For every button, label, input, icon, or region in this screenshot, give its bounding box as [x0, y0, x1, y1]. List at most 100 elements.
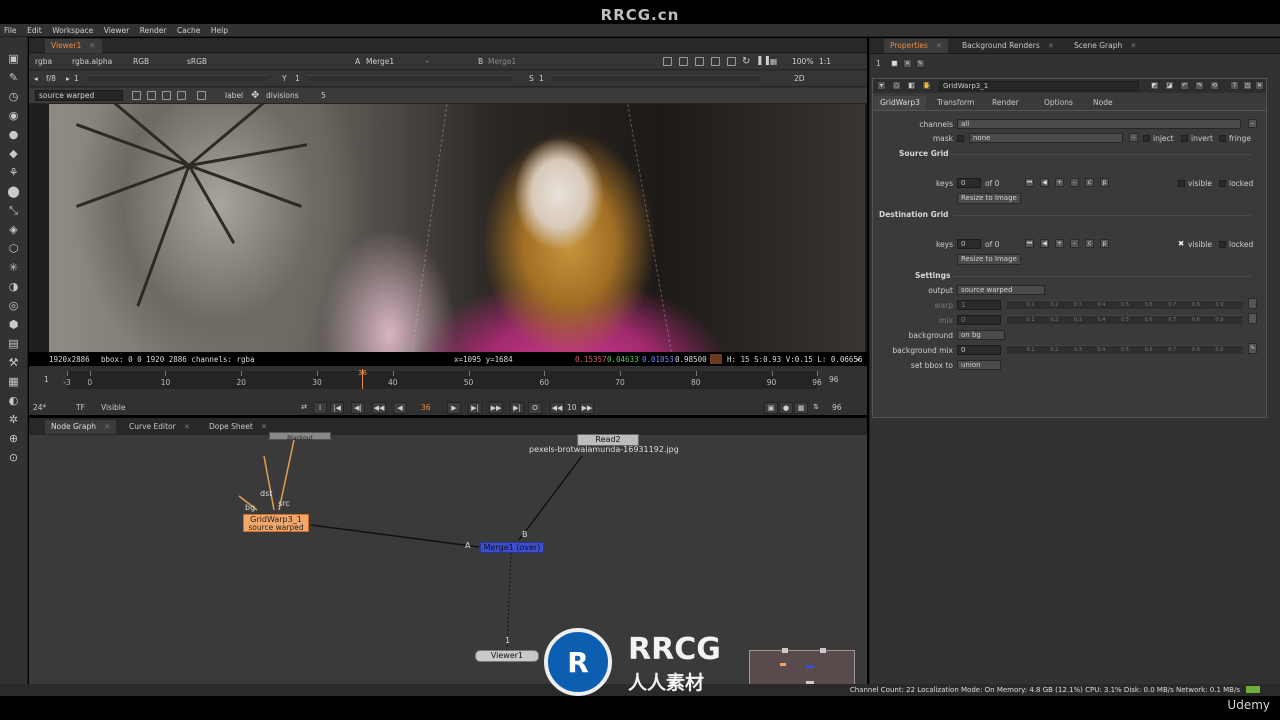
colorspace-dropdown[interactable]: RGB	[133, 56, 149, 67]
visibility-dropdown[interactable]: Visible	[101, 403, 126, 412]
ofx-tool-icon[interactable]: ⊕	[6, 431, 21, 446]
a-toggle-icon[interactable]	[132, 91, 141, 100]
timeline-ruler[interactable]: -3 0 10 20 30 40 50 60 70 80 90 96 36	[63, 369, 822, 389]
dest-visible-checkbox[interactable]: ✖	[1178, 239, 1184, 248]
key-add-icon[interactable]: +	[1055, 239, 1064, 248]
transform-tool-icon[interactable]: ⤡	[6, 203, 21, 218]
menu-viewer[interactable]: Viewer	[100, 24, 134, 35]
key-paste-icon[interactable]: p	[1100, 178, 1109, 187]
source-locked-checkbox[interactable]	[1219, 180, 1226, 187]
play-icon[interactable]: ▶	[447, 402, 461, 414]
inject-checkbox[interactable]	[1143, 135, 1150, 142]
time-tool-icon[interactable]: ◷	[6, 89, 21, 104]
metadata-tool-icon[interactable]: ✳	[6, 260, 21, 275]
node-merge[interactable]: Merge1 (over)	[480, 542, 544, 553]
bbox-dropdown[interactable]: union	[957, 360, 1001, 370]
select-points-icon[interactable]	[147, 91, 156, 100]
last-frame-icon[interactable]: ▶|	[510, 402, 524, 414]
lut-dropdown[interactable]: sRGB	[187, 56, 207, 67]
move-icon[interactable]: ✥	[251, 90, 259, 101]
filter-tool-icon[interactable]: ◆	[6, 146, 21, 161]
gamma-field[interactable]: 1	[295, 73, 300, 84]
view-mode-dropdown[interactable]: 2D	[794, 73, 805, 84]
mask-dropdown[interactable]: none	[969, 133, 1123, 143]
tab-properties[interactable]: Properties ✕	[884, 39, 949, 53]
alpha-dropdown[interactable]: rgba.alpha	[72, 56, 112, 67]
key-copy-icon[interactable]: c	[1085, 178, 1094, 187]
roi-icon[interactable]	[663, 57, 672, 66]
close-icon[interactable]: ✕	[1048, 41, 1054, 50]
node-viewer1[interactable]: Viewer1	[475, 650, 539, 662]
mix-anim-icon[interactable]	[1248, 313, 1257, 324]
warp-anim-icon[interactable]	[1248, 298, 1257, 309]
prev-key-icon[interactable]: ◀|	[351, 402, 365, 414]
ratio-dropdown[interactable]: 1:1	[819, 56, 831, 67]
grid-icon[interactable]: ▦	[770, 56, 777, 67]
key-prev-icon[interactable]: ◀	[1040, 178, 1049, 187]
compare-op-dropdown[interactable]: -	[426, 56, 429, 67]
menu-workspace[interactable]: Workspace	[48, 24, 97, 35]
redo-icon[interactable]: ↷	[1195, 81, 1204, 90]
image-tool-icon[interactable]: ▣	[6, 51, 21, 66]
add-point-icon[interactable]	[162, 91, 171, 100]
loop-icon[interactable]: ⇄	[297, 402, 311, 414]
bgmix-curve-icon[interactable]: ∿	[1248, 343, 1257, 354]
lock-icon[interactable]: ■	[890, 59, 899, 68]
clear-icon[interactable]: ✕	[903, 59, 912, 68]
gizmo-tool-icon[interactable]: ⊙	[6, 450, 21, 465]
tf-dropdown[interactable]: TF	[76, 403, 85, 412]
menu-file[interactable]: File	[0, 24, 21, 35]
a-input-dropdown[interactable]: Merge1	[366, 56, 394, 67]
undo-icon[interactable]: ↶	[1180, 81, 1189, 90]
key-prev-icon[interactable]: ◀	[1040, 239, 1049, 248]
eye-tool-icon[interactable]: ◎	[6, 298, 21, 313]
step-forward-icon[interactable]: ▶▶	[580, 402, 594, 414]
subtab-render[interactable]: Render	[986, 96, 1025, 110]
invert-checkbox[interactable]	[1181, 135, 1188, 142]
end-frame-field[interactable]: 96	[832, 403, 842, 412]
revert-icon[interactable]: ⟲	[1210, 81, 1219, 90]
next-frame-icon[interactable]: ▶|	[468, 402, 482, 414]
node-gridwarp[interactable]: GridWarp3_1 source warped	[243, 514, 309, 532]
key-remove-icon[interactable]: –	[1070, 239, 1079, 248]
mix-field[interactable]: 0	[957, 315, 1001, 325]
merge-tool-icon[interactable]: ⬤	[6, 184, 21, 199]
node-graph-panel[interactable]: Node Graph ✕ Curve Editor ✕ Dope Sheet ✕ Bl…	[29, 418, 867, 696]
menu-help[interactable]: Help	[207, 24, 232, 35]
node-name-field[interactable]: GridWarp3_1	[939, 81, 1139, 91]
key-copy-icon[interactable]: c	[1085, 239, 1094, 248]
gain-slider[interactable]	[87, 75, 267, 81]
label-toggle[interactable]: label	[225, 90, 243, 101]
cara-tool-icon[interactable]: ◐	[6, 393, 21, 408]
node-blackout[interactable]: Blackout	[269, 432, 331, 442]
background-mix-field[interactable]: 0	[957, 345, 1001, 355]
prev-increment-icon[interactable]: ◀◀	[372, 402, 386, 414]
key-first-icon[interactable]: ⏮	[1025, 239, 1034, 248]
gamma-slider[interactable]	[307, 75, 512, 81]
edit-tangent-icon[interactable]	[177, 91, 186, 100]
curve-icon[interactable]	[197, 91, 206, 100]
first-frame-icon[interactable]: |◀	[330, 402, 344, 414]
tab-viewer1[interactable]: Viewer1 ✕	[45, 39, 102, 53]
close-icon[interactable]: ✕	[1130, 41, 1136, 50]
mask-menu-icon[interactable]: –	[1129, 133, 1138, 142]
frame-play-icon[interactable]: ▸	[66, 73, 70, 84]
help-icon[interactable]: ○	[892, 81, 901, 90]
draw-tool-icon[interactable]: ✎	[6, 70, 21, 85]
max-panels-field[interactable]: 1	[876, 59, 881, 68]
dest-keys-field[interactable]: 0	[957, 239, 981, 249]
source-keys-field[interactable]: 0	[957, 178, 981, 188]
exposure-icon[interactable]: ◂	[34, 73, 38, 84]
menu-cache[interactable]: Cache	[173, 24, 204, 35]
overlay-icon[interactable]	[711, 57, 720, 66]
menu-edit[interactable]: Edit	[23, 24, 46, 35]
tab-background-renders[interactable]: Background Renders ✕	[956, 39, 1060, 53]
close-icon[interactable]: ✕	[936, 41, 942, 50]
views-tool-icon[interactable]: ⬡	[6, 241, 21, 256]
info-menu-icon[interactable]: ▾	[856, 355, 861, 364]
source-visible-checkbox[interactable]	[1178, 180, 1185, 187]
output-dropdown[interactable]: source warped	[35, 90, 123, 101]
region-icon[interactable]	[695, 57, 704, 66]
step-back-icon[interactable]: ◀◀	[550, 402, 564, 414]
other-tool-icon[interactable]: ⚒	[6, 355, 21, 370]
